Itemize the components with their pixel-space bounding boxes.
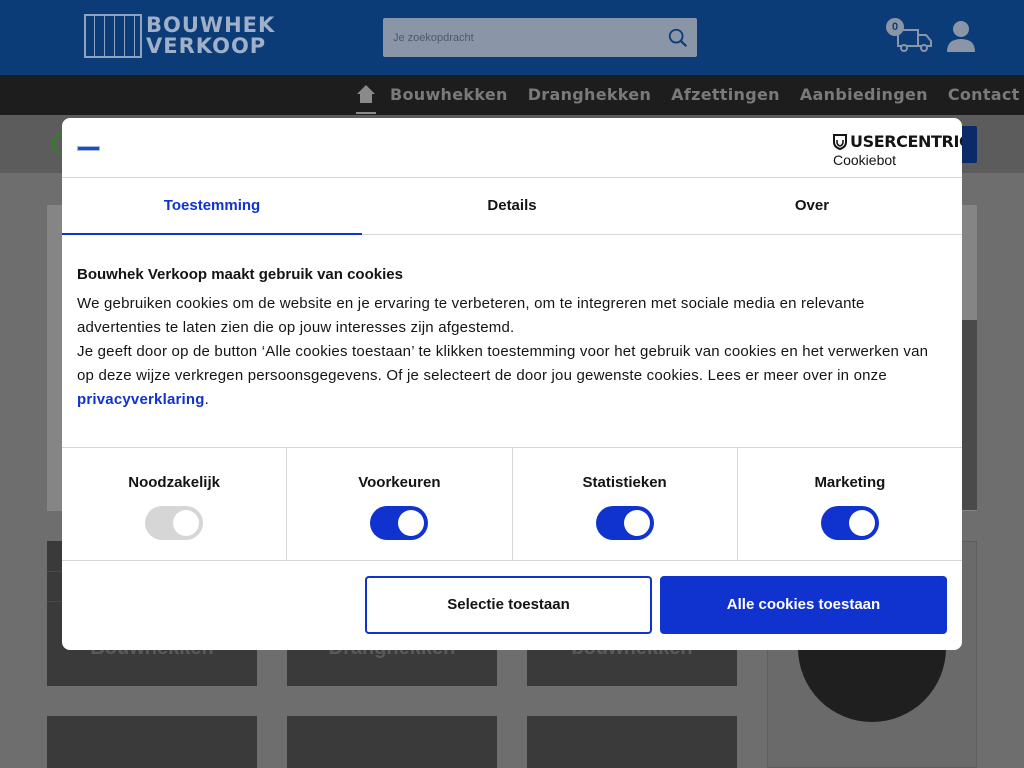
category-label: Noodzakelijk xyxy=(128,474,220,491)
shield-icon xyxy=(833,133,847,150)
fence-logo-icon xyxy=(84,14,142,58)
tab-details[interactable]: Details xyxy=(362,178,662,234)
category-label: Statistieken xyxy=(582,474,667,491)
toggle-statistieken[interactable] xyxy=(595,506,654,540)
category-label: Marketing xyxy=(814,474,886,491)
usercentrics-brand[interactable]: USERCENTRICS Cookiebot xyxy=(833,132,962,168)
dialog-header: USERCENTRICS Cookiebot xyxy=(62,118,962,178)
home-icon[interactable] xyxy=(356,84,376,106)
brand-name: USERCENTRICS xyxy=(850,132,962,151)
cookie-categories: Noodzakelijk Voorkeuren Statistieken Mar… xyxy=(62,447,962,561)
logo-line-1: BOUWHEK xyxy=(146,13,276,37)
nav-item-bouwhekken[interactable]: Bouwhekken xyxy=(390,85,508,104)
dialog-heading: Bouwhek Verkoop maakt gebruik van cookie… xyxy=(77,266,403,283)
toggle-marketing[interactable] xyxy=(820,506,879,540)
dialog-paragraph-2: Je geeft door op de button ‘Alle cookies… xyxy=(77,340,937,412)
nav-item-aanbiedingen[interactable]: Aanbiedingen xyxy=(800,85,928,104)
allow-all-cookies-button[interactable]: Alle cookies toestaan xyxy=(660,576,947,634)
main-nav: Bouwhekken Dranghekken Afzettingen Aanbi… xyxy=(0,75,1024,115)
nav-item-afzettingen[interactable]: Afzettingen xyxy=(671,85,780,104)
brand-subtitle: Cookiebot xyxy=(833,152,897,168)
search-placeholder: Je zoekopdracht xyxy=(393,31,474,44)
cart-button[interactable]: 0 xyxy=(886,18,934,54)
search-icon[interactable] xyxy=(667,27,689,49)
cart-count-badge: 0 xyxy=(886,18,904,36)
category-marketing: Marketing xyxy=(738,448,962,560)
category-label: Voorkeuren xyxy=(358,474,441,491)
user-account-icon[interactable] xyxy=(946,20,976,52)
allow-selection-button[interactable]: Selectie toestaan xyxy=(365,576,652,634)
nav-items: Bouwhekken Dranghekken Afzettingen Aanbi… xyxy=(390,85,1020,104)
tab-toestemming[interactable]: Toestemming xyxy=(62,178,362,235)
nav-item-dranghekken[interactable]: Dranghekken xyxy=(528,85,651,104)
nav-item-contact[interactable]: Contact xyxy=(948,85,1020,104)
category-voorkeuren: Voorkeuren xyxy=(287,448,513,560)
toggle-noodzakelijk xyxy=(145,506,204,540)
paragraph-2-end: . xyxy=(204,391,210,408)
dialog-tabs: Toestemming Details Over xyxy=(62,178,962,235)
privacy-policy-link[interactable]: privacyverklaring xyxy=(77,391,205,408)
toggle-voorkeuren[interactable] xyxy=(370,506,429,540)
cookie-consent-dialog: USERCENTRICS Cookiebot Toestemming Detai… xyxy=(62,118,962,650)
logo-line-2: VERKOOP xyxy=(146,34,267,58)
paragraph-2-text: Je geeft door op de button ‘Alle cookies… xyxy=(77,343,929,384)
dialog-body: Bouwhek Verkoop maakt gebruik van cookie… xyxy=(77,266,937,412)
category-tile[interactable] xyxy=(47,716,257,768)
tab-over[interactable]: Over xyxy=(662,178,962,234)
site-mini-logo xyxy=(77,146,100,151)
category-statistieken: Statistieken xyxy=(513,448,738,560)
search-input[interactable]: Je zoekopdracht xyxy=(383,18,697,57)
category-tile[interactable] xyxy=(527,716,737,768)
category-tile[interactable] xyxy=(287,716,497,768)
category-noodzakelijk: Noodzakelijk xyxy=(62,448,288,560)
dialog-paragraph-1: We gebruiken cookies om de website en je… xyxy=(77,295,865,336)
site-header: BOUWHEK VERKOOP Je zoekopdracht 0 xyxy=(0,0,1024,75)
site-logo[interactable]: BOUWHEK VERKOOP xyxy=(84,14,275,58)
